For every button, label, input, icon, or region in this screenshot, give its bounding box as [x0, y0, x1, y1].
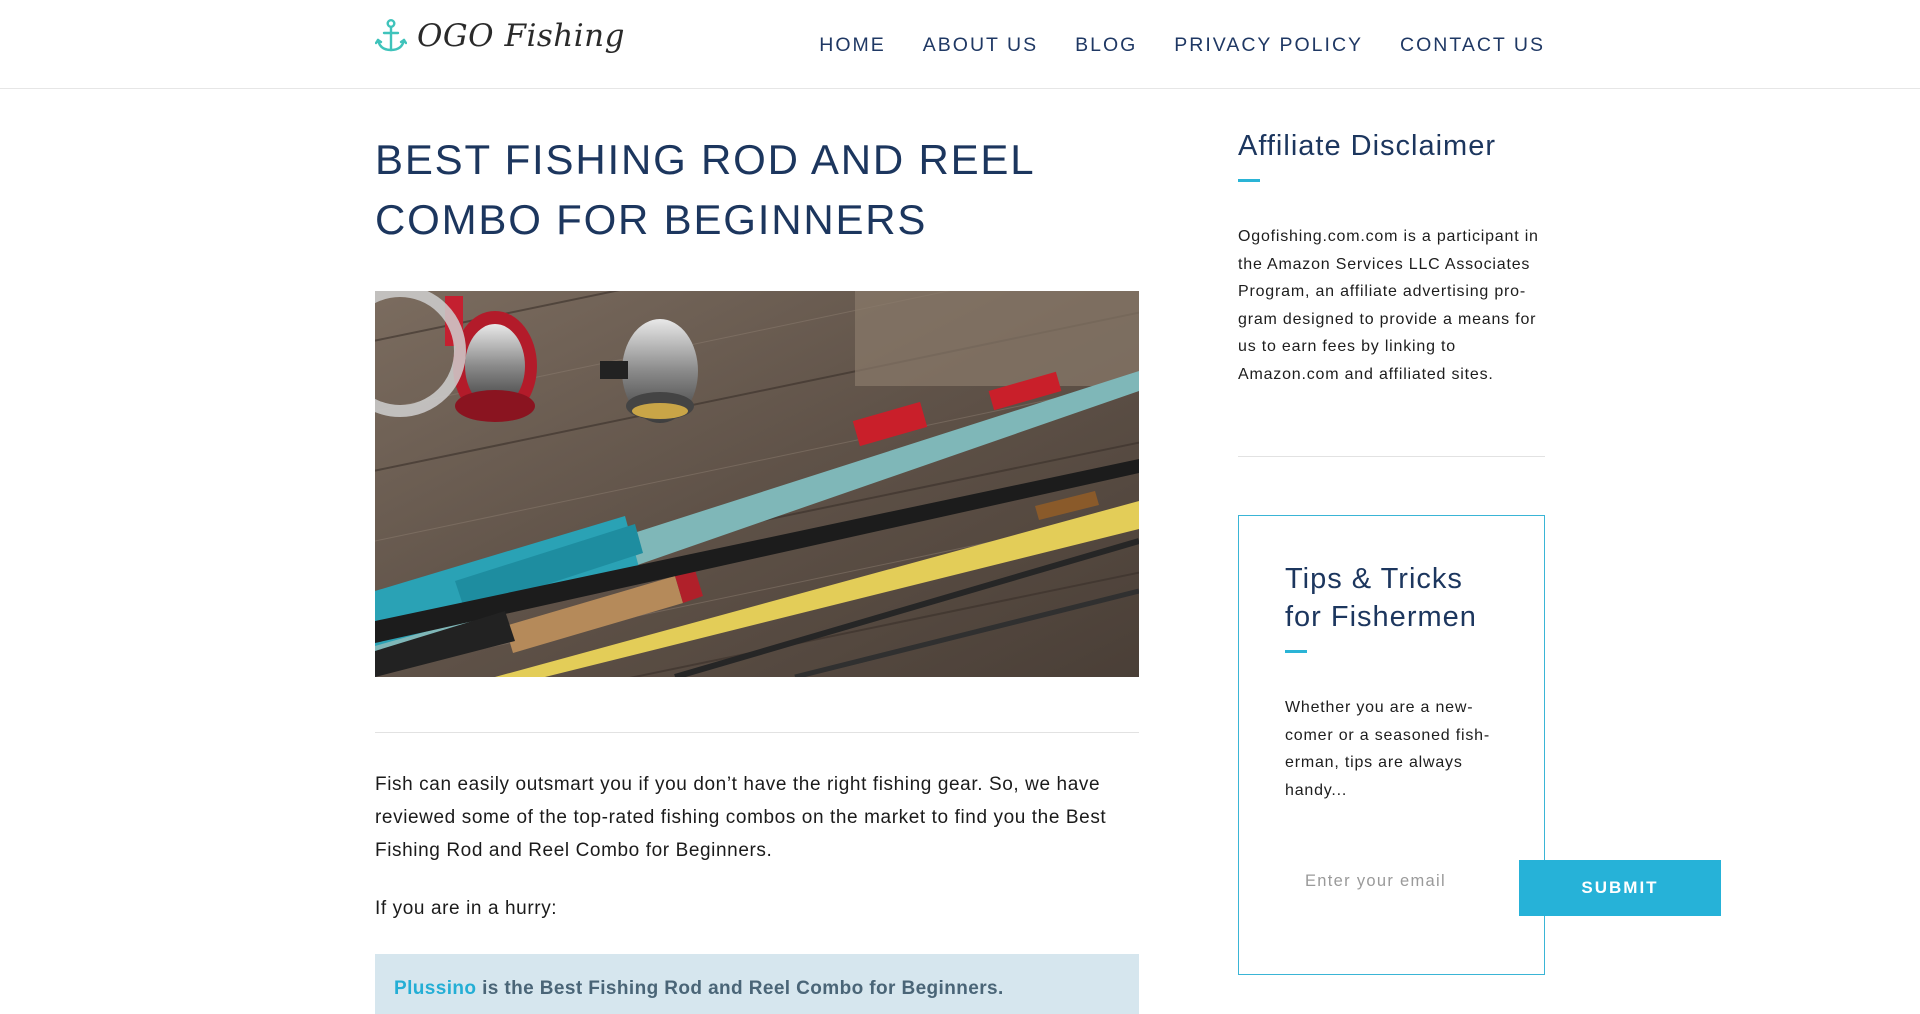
sidebar-divider: [1238, 456, 1545, 457]
recommendation-callout: Plussino is the Best Fishing Rod and Ree…: [375, 954, 1139, 1014]
hero-image: [375, 291, 1139, 677]
newsletter-text: Whether you are a new-comer or a seasone…: [1285, 699, 1490, 799]
hurry-paragraph: If you are in a hurry:: [375, 898, 558, 919]
newsletter-title: Tips & Tricks for Fishermen: [1285, 560, 1477, 636]
title-accent-line: [1238, 179, 1260, 182]
intro-paragraph: Fish can easily outsmart you if you don’…: [375, 774, 1107, 861]
nav-about-us[interactable]: ABOUT US: [923, 34, 1038, 57]
sidebar: Affiliate Disclaimer Ogofishing.com.com …: [1238, 130, 1545, 457]
site-logo[interactable]: OGO Fishing: [375, 18, 625, 54]
newsletter-accent-line: [1285, 650, 1307, 653]
callout-product-link[interactable]: Plussino: [394, 978, 476, 999]
page-title: BEST FISHING ROD AND REEL COMBO FOR BEGI…: [375, 130, 1139, 250]
submit-button[interactable]: SUBMIT: [1519, 860, 1721, 916]
article: BEST FISHING ROD AND REEL COMBO FOR BEGI…: [375, 130, 1139, 1014]
nav-contact-us[interactable]: CONTACT US: [1400, 34, 1545, 57]
newsletter-title-line-1: Tips & Tricks: [1285, 563, 1463, 595]
nav-privacy-policy[interactable]: PRIVACY POLICY: [1174, 34, 1363, 57]
content-divider: [375, 732, 1139, 733]
nav-blog[interactable]: BLOG: [1075, 34, 1137, 57]
affiliate-disclaimer-text: Ogofishing.com.com is a participant in t…: [1238, 228, 1539, 383]
callout-text: is the Best Fishing Rod and Reel Combo f…: [476, 978, 1004, 999]
nav-home[interactable]: HOME: [819, 34, 886, 57]
title-line-1: BEST FISHING ROD AND REEL: [375, 136, 1036, 183]
anchor-icon: [375, 19, 407, 52]
logo-text: OGO Fishing: [417, 18, 625, 54]
main-nav: HOME ABOUT US BLOG PRIVACY POLICY CONTAC…: [819, 34, 1545, 57]
affiliate-disclaimer-title: Affiliate Disclaimer: [1238, 130, 1496, 162]
newsletter-title-line-2: for Fishermen: [1285, 601, 1477, 633]
site-header: OGO Fishing HOME ABOUT US BLOG PRIVACY P…: [0, 0, 1920, 89]
title-line-2: COMBO FOR BEGINNERS: [375, 196, 928, 243]
email-input[interactable]: [1285, 861, 1475, 901]
newsletter-box: Tips & Tricks for Fishermen Whether you …: [1238, 515, 1545, 975]
fishing-gear-photo: [375, 291, 1139, 677]
